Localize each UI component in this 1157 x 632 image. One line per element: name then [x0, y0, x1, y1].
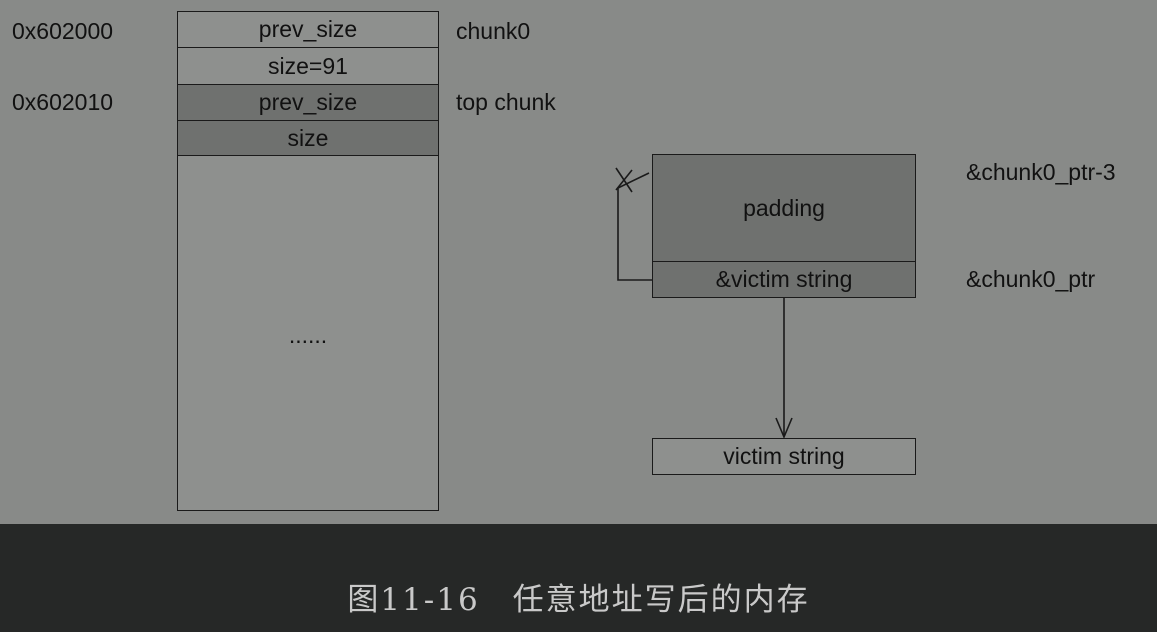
top-chunk-body-cell: ...... — [177, 155, 439, 511]
victim-string-cell: victim string — [652, 438, 916, 475]
victim-pointer-cell: &victim string — [652, 261, 916, 298]
connector-lines — [615, 167, 793, 440]
top-chunk-size-cell: size — [177, 120, 439, 156]
broken-pointer-cross-mark — [615, 167, 633, 193]
broken-pointer-loop — [617, 172, 652, 281]
chunk0-size-cell: size=91 — [177, 47, 439, 85]
chunk0-label: chunk0 — [456, 18, 531, 44]
chunk0-address: 0x602000 — [12, 18, 114, 44]
top-chunk-address: 0x602010 — [12, 89, 114, 115]
top-chunk-label: top chunk — [456, 89, 556, 115]
chunk0-ptr-label: &chunk0_ptr — [966, 266, 1096, 292]
chunk0-ptr-minus-3-label: &chunk0_ptr-3 — [966, 159, 1116, 185]
padding-cell: padding — [652, 154, 916, 262]
chunk0-prev-size-cell: prev_size — [177, 11, 439, 48]
ellipsis-text: ...... — [288, 321, 328, 348]
figure-caption: 图11-16 任意地址写后的内存 — [347, 582, 810, 618]
top-chunk-prev-size-cell: prev_size — [177, 84, 439, 121]
victim-pointer-arrowhead — [775, 417, 793, 440]
